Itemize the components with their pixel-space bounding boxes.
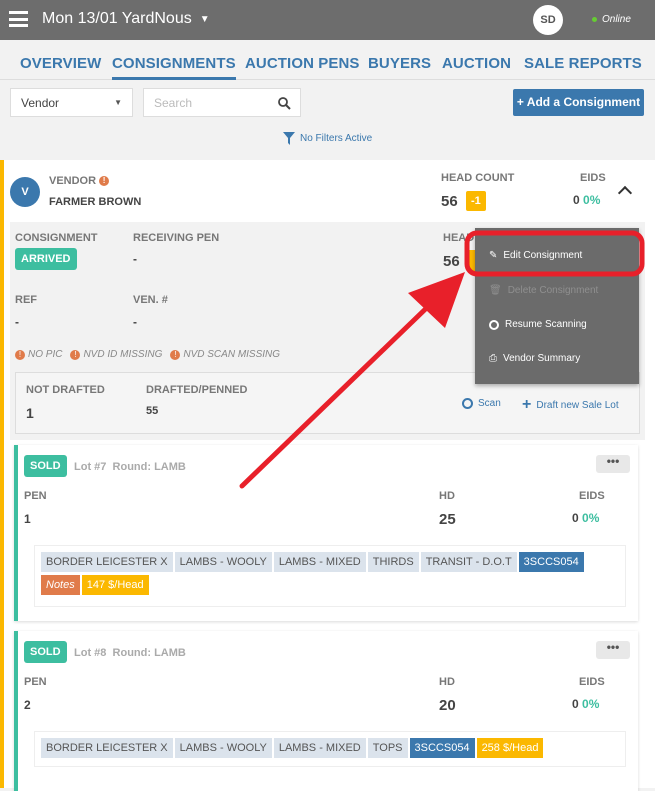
annotation-arrow-shaft <box>239 292 443 489</box>
annotation-overlay <box>239 230 645 489</box>
highlight-box <box>464 230 645 277</box>
